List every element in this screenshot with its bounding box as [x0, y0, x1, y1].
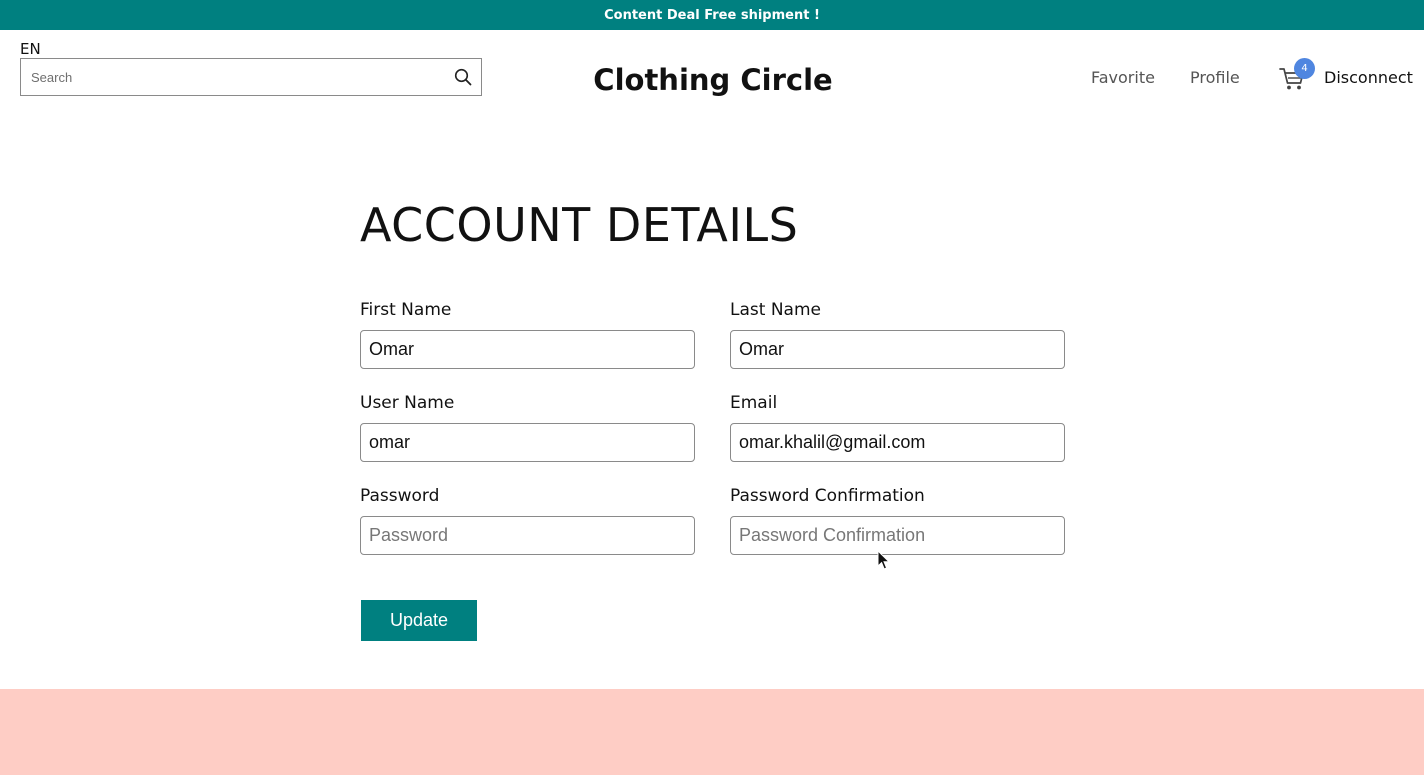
last-name-input[interactable] [730, 330, 1065, 369]
promo-text: Content Deal Free shipment ! [604, 7, 820, 23]
last-name-field: Last Name [730, 300, 1065, 369]
search-bar [20, 58, 482, 96]
nav-favorite-link[interactable]: Favorite [1091, 68, 1155, 87]
nav-profile-link[interactable]: Profile [1190, 68, 1240, 87]
site-logo[interactable]: Clothing Circle [593, 60, 832, 100]
email-label: Email [730, 393, 778, 413]
cart-count-badge: 4 [1294, 58, 1315, 79]
password-confirmation-label: Password Confirmation [730, 486, 925, 506]
user-name-field: User Name [360, 393, 695, 462]
email-input[interactable] [730, 423, 1065, 462]
update-button[interactable]: Update [361, 600, 477, 641]
email-field: Email [730, 393, 1065, 462]
first-name-field: First Name [360, 300, 695, 369]
password-input[interactable] [360, 516, 695, 555]
password-field: Password [360, 486, 695, 555]
last-name-label: Last Name [730, 300, 821, 320]
first-name-label: First Name [360, 300, 452, 320]
search-icon[interactable] [445, 59, 481, 95]
disconnect-link[interactable]: Disconnect [1324, 68, 1413, 87]
user-name-input[interactable] [360, 423, 695, 462]
language-selector[interactable]: EN [20, 40, 41, 58]
footer [0, 689, 1424, 775]
page-title: ACCOUNT DETAILS [360, 198, 799, 252]
search-input[interactable] [21, 59, 445, 95]
password-label: Password [360, 486, 440, 506]
user-name-label: User Name [360, 393, 455, 413]
first-name-input[interactable] [360, 330, 695, 369]
password-confirmation-input[interactable] [730, 516, 1065, 555]
promo-banner: Content Deal Free shipment ! [0, 0, 1424, 30]
password-confirmation-field: Password Confirmation [730, 486, 1065, 555]
